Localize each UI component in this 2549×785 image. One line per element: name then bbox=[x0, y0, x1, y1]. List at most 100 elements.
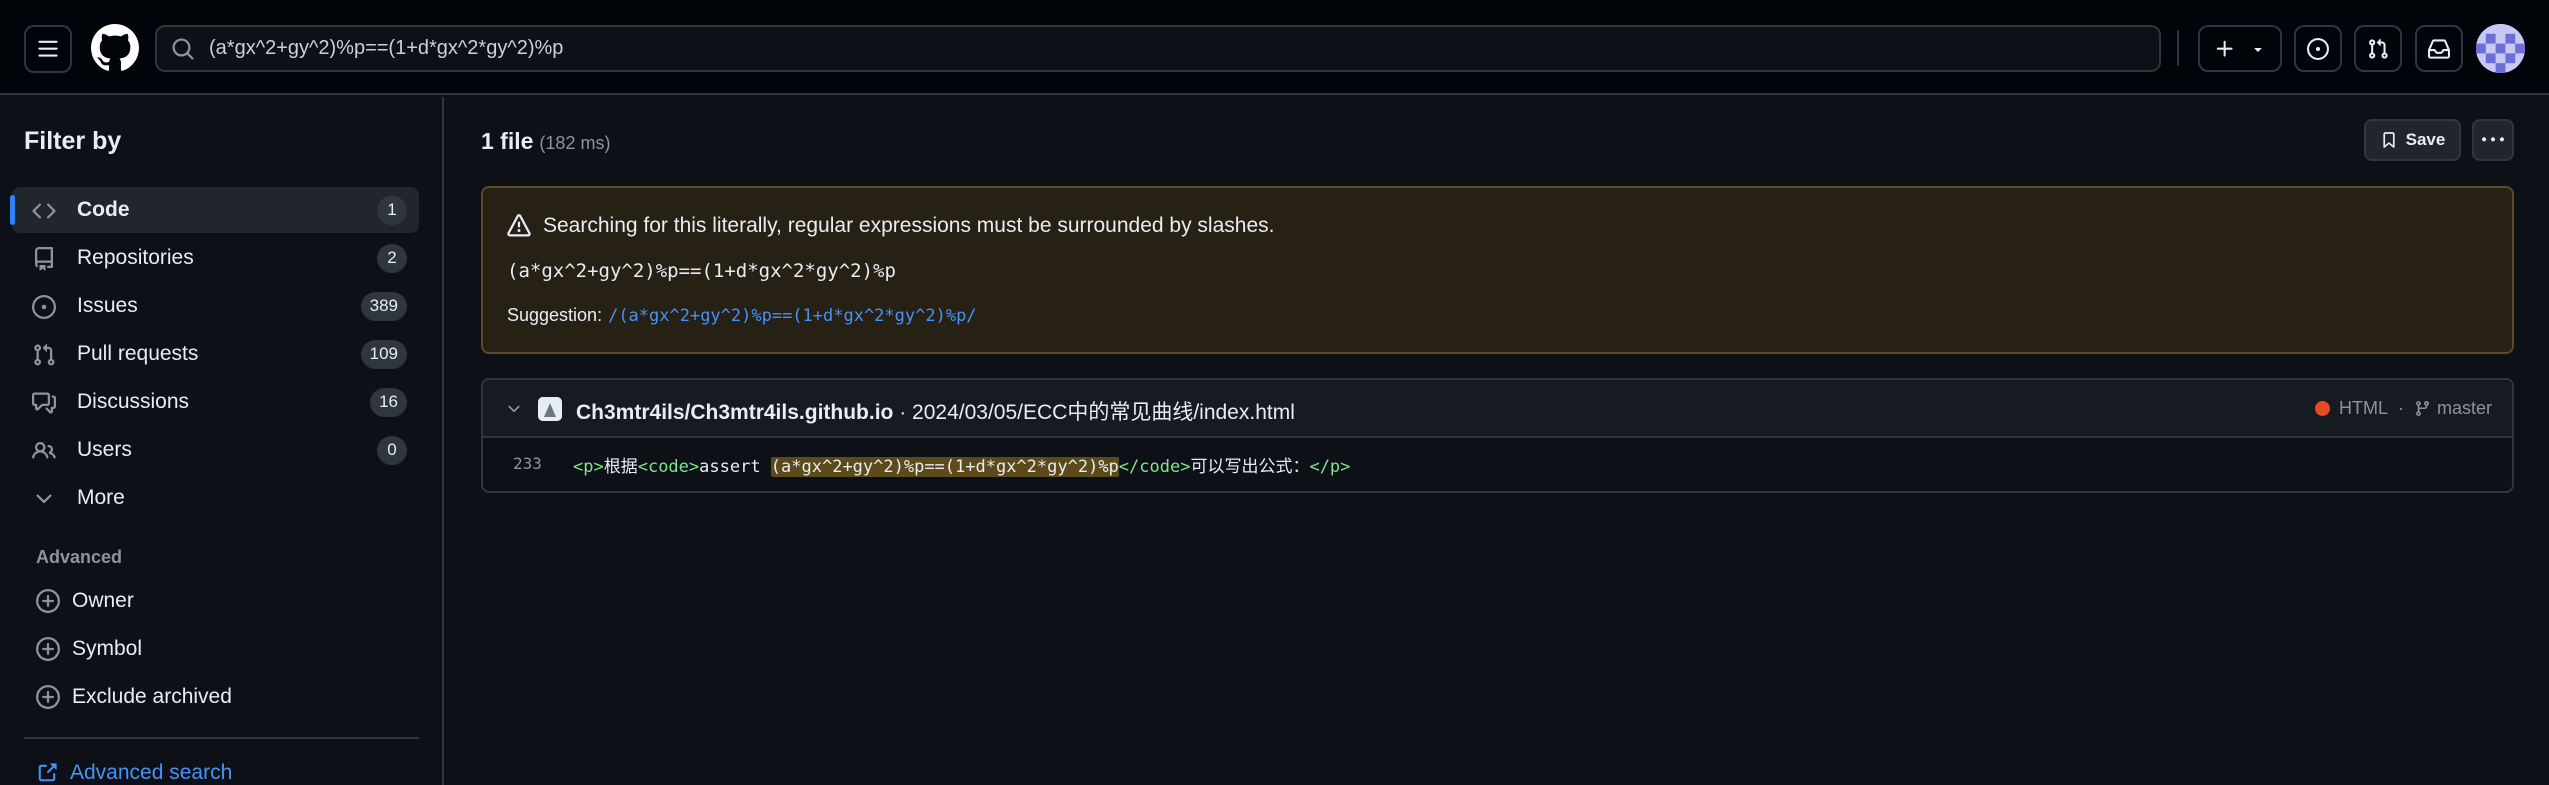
sidebar-item-users[interactable]: Users 0 bbox=[12, 427, 419, 473]
results-count: 1 file bbox=[481, 128, 534, 154]
create-new-button[interactable] bbox=[2198, 25, 2282, 72]
code-tag: </p> bbox=[1309, 457, 1351, 477]
line-number: 233 bbox=[513, 454, 542, 473]
issues-button[interactable] bbox=[2294, 25, 2342, 72]
chevron-down-icon bbox=[2254, 47, 2262, 52]
code-text: assert bbox=[699, 457, 771, 477]
top-header: (a*gx^2+gy^2)%p==(1+d*gx^2*gy^2)%p bbox=[0, 0, 2549, 95]
alert-icon bbox=[507, 214, 531, 237]
menu-button[interactable] bbox=[24, 25, 72, 73]
chevron-down-icon[interactable] bbox=[505, 400, 523, 418]
warning-text: Searching for this literally, regular ex… bbox=[543, 214, 1275, 237]
meta-separator: · bbox=[2397, 398, 2404, 418]
advanced-item-label: Symbol bbox=[72, 637, 143, 660]
code-tag: <code> bbox=[637, 457, 700, 477]
link-external-icon bbox=[38, 763, 57, 782]
regex-warning-banner: Searching for this literally, regular ex… bbox=[481, 186, 2514, 354]
code-text: 根据 bbox=[603, 457, 638, 477]
search-query-text: (a*gx^2+gy^2)%p==(1+d*gx^2*gy^2)%p bbox=[209, 37, 564, 59]
plus-circle-icon bbox=[36, 637, 60, 661]
chevron-down-icon bbox=[36, 494, 52, 504]
filter-sidebar: Filter by Code 1 Repositories 2 Issues 3… bbox=[0, 97, 444, 785]
advanced-symbol[interactable]: Symbol bbox=[36, 637, 142, 661]
advanced-search-link[interactable]: Advanced search bbox=[36, 761, 232, 785]
file-path-link[interactable]: · 2024/03/05/ECC中的常见曲线/index.html bbox=[893, 401, 1295, 424]
branch-label: master bbox=[2436, 398, 2492, 418]
code-tag: </code> bbox=[1118, 457, 1191, 477]
plus-circle-icon bbox=[36, 685, 60, 709]
filter-title: Filter by bbox=[24, 127, 122, 155]
avatar[interactable] bbox=[2476, 24, 2525, 73]
issue-icon bbox=[32, 295, 56, 319]
pull-request-icon bbox=[34, 343, 55, 366]
repo-link[interactable]: Ch3mtr4ils/Ch3mtr4ils.github.io bbox=[576, 401, 893, 424]
suggestion-link[interactable]: /(a*gx^2+gy^2)%p==(1+d*gx^2*gy^2)%p/ bbox=[608, 306, 976, 326]
active-indicator bbox=[10, 195, 15, 225]
sidebar-item-repositories[interactable]: Repositories 2 bbox=[12, 235, 419, 281]
sidebar-item-label: Users bbox=[77, 438, 132, 461]
sidebar-item-code[interactable]: Code 1 bbox=[10, 187, 419, 233]
kebab-horizontal-icon bbox=[2482, 137, 2504, 142]
match-highlight: (a*gx^2+gy^2)%p==(1+d*gx^2*gy^2)%p bbox=[770, 457, 1119, 477]
advanced-heading: Advanced bbox=[36, 547, 123, 567]
count-badge: 0 bbox=[377, 435, 407, 465]
language-label: HTML bbox=[2338, 398, 2388, 418]
github-logo[interactable] bbox=[91, 24, 139, 72]
advanced-owner[interactable]: Owner bbox=[36, 589, 134, 613]
suggestion: Suggestion:/(a*gx^2+gy^2)%p==(1+d*gx^2*g… bbox=[507, 305, 977, 326]
pull-request-icon bbox=[2369, 38, 2388, 59]
advanced-item-label: Owner bbox=[72, 589, 134, 612]
plus-circle-icon bbox=[36, 589, 60, 613]
code-text: 可以写出公式： bbox=[1190, 457, 1310, 477]
sidebar-item-pull-requests[interactable]: Pull requests 109 bbox=[12, 331, 419, 377]
search-result-card: Ch3mtr4ils/Ch3mtr4ils.github.io · 2024/0… bbox=[481, 378, 2514, 493]
sidebar-item-label: Repositories bbox=[77, 246, 194, 269]
pull-requests-button[interactable] bbox=[2354, 25, 2402, 72]
results-time: (182 ms) bbox=[539, 133, 611, 153]
advanced-item-label: Exclude archived bbox=[72, 685, 232, 708]
sidebar-divider bbox=[24, 737, 419, 739]
count-badge: 16 bbox=[370, 387, 407, 417]
result-path: Ch3mtr4ils/Ch3mtr4ils.github.io · 2024/0… bbox=[576, 396, 1295, 426]
more-options-button[interactable] bbox=[2472, 119, 2514, 161]
result-meta: HTML · master bbox=[2314, 398, 2492, 419]
result-header: Ch3mtr4ils/Ch3mtr4ils.github.io · 2024/0… bbox=[483, 380, 2512, 438]
code-line[interactable]: 233 <p>根据<code>assert (a*gx^2+gy^2)%p==(… bbox=[483, 450, 2512, 480]
sidebar-item-label: Discussions bbox=[77, 390, 190, 413]
code-snippet: <p>根据<code>assert (a*gx^2+gy^2)%p==(1+d*… bbox=[573, 452, 1350, 477]
hamburger-icon bbox=[38, 40, 58, 57]
suggestion-label: Suggestion: bbox=[507, 305, 603, 325]
search-icon bbox=[172, 38, 194, 60]
advanced-search-label: Advanced search bbox=[70, 761, 233, 784]
header-divider bbox=[2177, 30, 2179, 66]
sidebar-item-label: Pull requests bbox=[77, 342, 199, 365]
code-tag: <p> bbox=[573, 457, 604, 477]
discussion-icon bbox=[32, 392, 56, 414]
warning-row: Searching for this literally, regular ex… bbox=[507, 214, 1274, 238]
save-search-button[interactable]: Save bbox=[2364, 119, 2461, 161]
count-badge: 389 bbox=[360, 291, 407, 321]
sidebar-item-issues[interactable]: Issues 389 bbox=[12, 283, 419, 329]
save-label: Save bbox=[2405, 130, 2446, 149]
search-input[interactable]: (a*gx^2+gy^2)%p==(1+d*gx^2*gy^2)%p bbox=[155, 25, 2161, 72]
issues-icon bbox=[2307, 37, 2329, 60]
people-icon bbox=[32, 441, 56, 459]
repo-owner-avatar[interactable] bbox=[538, 397, 562, 421]
count-badge: 2 bbox=[377, 243, 407, 273]
owner-avatar-icon bbox=[538, 397, 562, 421]
inbox-icon bbox=[2428, 38, 2450, 59]
sidebar-item-more[interactable]: More bbox=[12, 475, 419, 521]
sidebar-item-label: More bbox=[77, 486, 125, 509]
repo-icon bbox=[34, 247, 53, 271]
results-heading: 1 file (182 ms) bbox=[481, 128, 610, 155]
inbox-button[interactable] bbox=[2415, 25, 2463, 72]
count-badge: 109 bbox=[360, 339, 407, 369]
plus-icon bbox=[2216, 40, 2233, 57]
count-badge: 1 bbox=[377, 195, 407, 225]
identicon-icon bbox=[2476, 24, 2525, 73]
sidebar-item-discussions[interactable]: Discussions 16 bbox=[12, 379, 419, 425]
bookmark-icon bbox=[2383, 132, 2395, 148]
sidebar-item-label: Issues bbox=[77, 294, 138, 317]
language-color-dot bbox=[2314, 401, 2330, 416]
advanced-exclude-archived[interactable]: Exclude archived bbox=[36, 685, 232, 709]
